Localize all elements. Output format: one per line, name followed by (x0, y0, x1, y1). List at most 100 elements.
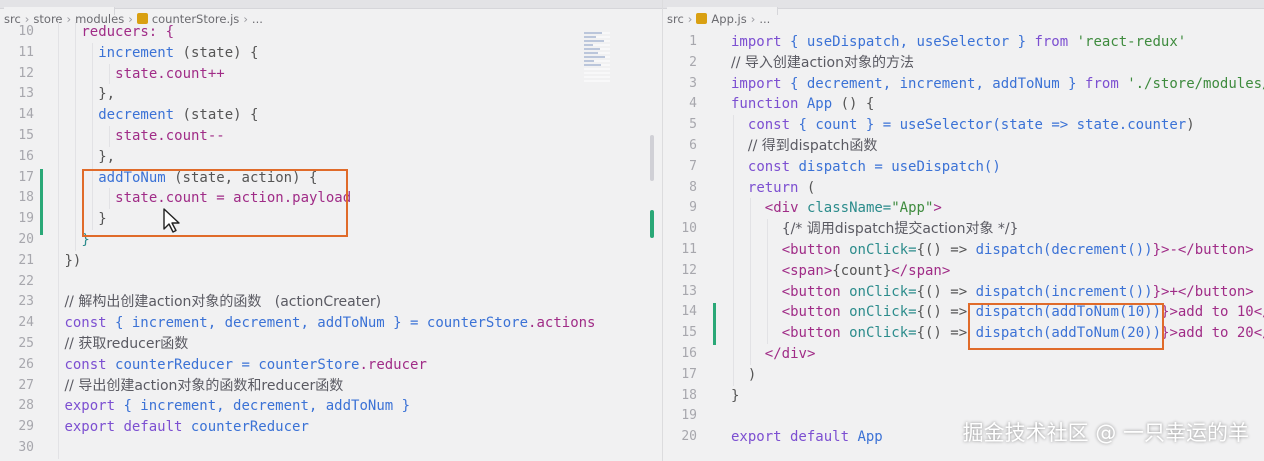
code-line[interactable]: 30 (0, 437, 662, 459)
code-token: }) (64, 252, 82, 269)
code-line[interactable]: 23 // 解构出创建action对象的函数 (actionCreater) (0, 292, 662, 314)
breadcrumb-item[interactable]: src (667, 12, 684, 26)
code-line[interactable]: 14 decrement (state) { (0, 105, 662, 126)
code-line[interactable]: 17) (663, 364, 1264, 386)
indent-guide (58, 417, 59, 438)
code-line[interactable]: 16}, (0, 146, 662, 168)
line-number: 5 (689, 117, 697, 133)
indent-guide (58, 105, 59, 126)
minimap[interactable] (584, 32, 610, 84)
code-token: // 导入创建action对象的方法 (731, 54, 914, 71)
code-token: <button (781, 241, 850, 258)
code-line[interactable]: 28 export { increment, decrement, addToNu… (0, 396, 662, 418)
code-text: state.count-- (115, 126, 225, 147)
breadcrumb-item[interactable]: ... (759, 12, 770, 26)
line-number: 13 (18, 86, 34, 102)
code-line[interactable]: 15 state.count-- (0, 125, 662, 147)
indent-guide (91, 63, 93, 85)
code-line[interactable]: 7 const dispatch = useDispatch() (663, 156, 1264, 178)
code-text: </div> (765, 344, 816, 365)
code-token: const (747, 158, 799, 175)
code-line[interactable]: 27 // 导出创建action对象的函数和reducer函数 (0, 375, 662, 397)
code-line[interactable]: 2 // 导入创建action对象的方法 (663, 53, 1264, 74)
code-line[interactable]: 6 // 得到dispatch函数 (663, 135, 1264, 157)
indent-guide (74, 42, 76, 64)
code-area[interactable]: 1 import { useDispatch, useSelector } fro… (663, 32, 1264, 448)
code-text: const { increment, decrement, addToNum }… (64, 313, 595, 334)
indent-guide (749, 323, 751, 344)
code-text: // 获取reducer函数 (64, 334, 188, 355)
code-line[interactable]: 24 const { increment, decrement, addToNum… (0, 313, 662, 334)
indent-guide (91, 125, 93, 147)
code-line[interactable]: 12 <span>{count}</span> (663, 260, 1264, 282)
code-text: // 导入创建action对象的方法 (731, 53, 914, 74)
code-text: export default counterReducer (64, 417, 308, 438)
code-token: <span> (781, 262, 833, 279)
indent-guide (58, 250, 59, 272)
code-line[interactable]: 12 state.count++ (0, 63, 662, 85)
code-token: decrement (98, 107, 183, 124)
code-line[interactable]: 16 </div> (663, 343, 1264, 365)
code-text: const dispatch = useDispatch() (748, 157, 1001, 178)
code-token: counterReducer = (115, 356, 259, 373)
indent-guide (766, 260, 768, 282)
code-line[interactable]: 13 <button onClick={() => dispatch(increm… (663, 281, 1264, 303)
code-token: export default (64, 419, 191, 436)
code-line[interactable]: 11 increment (state) { (0, 42, 662, 64)
code-token: </span> (891, 262, 951, 279)
indent-guide (58, 125, 59, 147)
editor-pane-app[interactable]: src › App.js ›... 1 import { useDispatch, us… (662, 0, 1264, 461)
code-line[interactable]: 29 export default counterReducer (0, 417, 662, 438)
code-token: dispatch(decrement()) (975, 241, 1153, 258)
indent-guide (749, 198, 751, 220)
code-token: onClick= (849, 241, 917, 258)
code-token: ) (747, 366, 757, 383)
code-token: ( (806, 179, 816, 196)
code-line[interactable]: 5 const { count } = useSelector(state => … (663, 115, 1264, 136)
code-line[interactable]: 1 import { useDispatch, useSelector } fro… (663, 32, 1264, 53)
code-area[interactable]: 10 reducers: {11 increment (state) {12 stat… (0, 22, 662, 459)
code-text: const counterReducer = counterStore.redu… (64, 355, 426, 376)
code-line[interactable]: 21}) (0, 250, 662, 272)
line-number: 16 (681, 345, 697, 361)
indent-guide (733, 135, 734, 157)
code-token: import (731, 75, 791, 92)
code-text: }, (98, 147, 115, 168)
code-text: export default App (731, 427, 883, 448)
indent-guide (749, 260, 751, 282)
code-token: from (1085, 75, 1128, 92)
code-text: ) (748, 365, 756, 386)
code-line[interactable]: 3 import { decrement, increment, addToNum… (663, 74, 1264, 95)
indent-guide (58, 271, 59, 293)
code-line[interactable]: 9 <div className="App"> (663, 198, 1264, 220)
code-line[interactable]: 8 return ( (663, 177, 1264, 199)
line-number: 3 (689, 75, 697, 91)
indent-guide (58, 229, 59, 251)
line-number: 11 (681, 241, 697, 257)
code-line[interactable]: 15 <button onClick={() => dispatch(addToN… (663, 323, 1264, 344)
code-line[interactable]: 4 function App () { (663, 94, 1264, 115)
code-line[interactable]: 13}, (0, 84, 662, 106)
code-line[interactable]: 14 <button onClick={() => dispatch(addToN… (663, 302, 1264, 324)
code-text: state.count++ (115, 64, 225, 85)
code-line[interactable]: 22 (0, 271, 662, 293)
mouse-pointer-icon (163, 208, 180, 233)
code-token: increment (98, 44, 183, 61)
code-line[interactable]: 10 {/* 调用dispatch提交action对象 */} (663, 219, 1264, 240)
code-line[interactable]: 25 // 获取reducer函数 (0, 333, 662, 355)
editor-pane-counter-store[interactable]: src › store › modules › counterStore.js ›... 10… (0, 0, 662, 461)
code-token: <div (764, 200, 807, 217)
code-line[interactable]: 18} (663, 386, 1264, 407)
code-line[interactable]: 26 const counterReducer = counterStore.re… (0, 354, 662, 376)
line-number: 26 (18, 356, 34, 372)
code-token: counterReducer (190, 419, 309, 436)
code-token: onClick= (849, 304, 917, 321)
line-number: 19 (681, 408, 697, 424)
watermark: 掘金技术社区 @ 一只幸运的羊 (962, 421, 1249, 445)
indent-guide (74, 105, 76, 126)
code-line[interactable]: 11 <button onClick={() => dispatch(decrem… (663, 239, 1264, 261)
scrollbar[interactable] (650, 135, 654, 181)
breadcrumb-item[interactable]: App.js (711, 12, 746, 26)
code-line[interactable]: 10 reducers: { (0, 22, 662, 43)
javascript-file-icon (696, 13, 708, 24)
